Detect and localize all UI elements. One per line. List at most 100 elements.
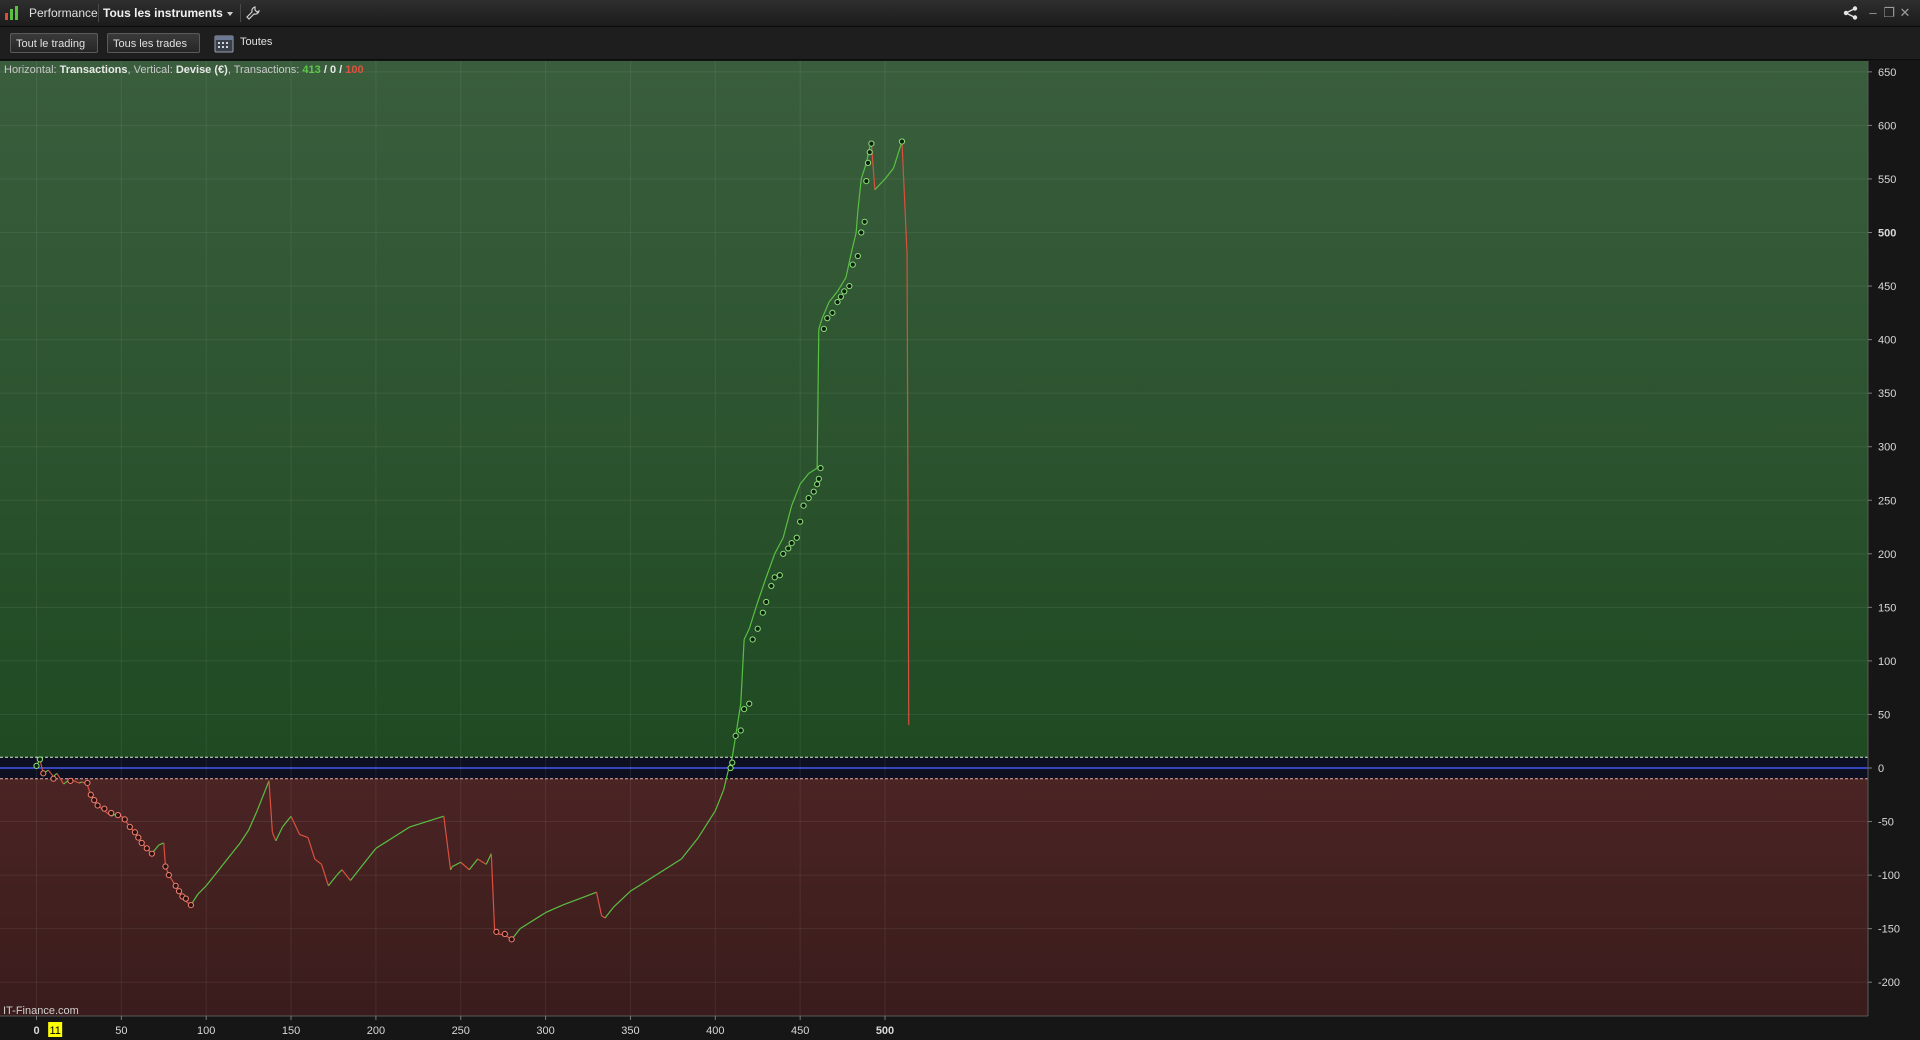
gain-point (768, 582, 775, 590)
gain-point (788, 539, 795, 547)
x-tick-label: 500 (876, 1025, 894, 1037)
trading-select[interactable]: Tout le trading (10, 33, 98, 67)
trades-select[interactable]: Tous les trades (107, 33, 200, 67)
chart-info-bar: Horizontal: Transactions, Vertical: Devi… (4, 64, 364, 76)
restore-icon[interactable]: ❐ (1882, 4, 1896, 22)
y-tick-label: 300 (1878, 442, 1896, 454)
gain-point (868, 140, 875, 147)
horizontal-value: Transactions (59, 64, 128, 76)
y-tick-label: -150 (1878, 924, 1900, 936)
gain-point (898, 138, 906, 145)
transactions-count-neutral: 0 (329, 64, 337, 76)
gain-point (746, 700, 753, 707)
gain-point (820, 325, 828, 332)
y-tick-label: 600 (1878, 120, 1896, 132)
gain-point (780, 550, 787, 557)
x-tick-label: 100 (197, 1025, 215, 1037)
positive-zone (0, 61, 1868, 758)
gain-point (729, 759, 736, 766)
loss-point (493, 928, 500, 935)
performance-chart: 650600550500450400350300250200150100500-… (0, 61, 1920, 1040)
instrument-label: Tous les instruments (103, 6, 223, 20)
gain-point (785, 545, 792, 552)
loss-point (148, 850, 155, 857)
loss-point (101, 805, 108, 812)
gain-point (834, 299, 841, 306)
loss-point (187, 901, 195, 909)
gain-point (36, 756, 43, 763)
x-tick-label: 400 (706, 1025, 724, 1037)
gain-point (797, 518, 804, 525)
gain-point (817, 465, 824, 472)
y-tick-label: 500 (1878, 228, 1896, 240)
loss-point (138, 839, 145, 847)
toolbar: Tout le trading Tous les trades Toutes (0, 27, 1920, 67)
loss-point (94, 802, 101, 809)
gain-point (805, 495, 812, 502)
loss-point (182, 895, 189, 902)
loss-point (91, 797, 98, 804)
gain-point (732, 732, 739, 739)
calendar-icon[interactable] (214, 33, 234, 53)
gain-point (749, 636, 756, 643)
x-tick-label: 300 (536, 1025, 554, 1037)
chevron-down-icon (226, 11, 233, 16)
y-tick-label: -100 (1878, 870, 1900, 882)
y-tick-label: 50 (1878, 709, 1890, 721)
x-tick-label: 50 (115, 1025, 127, 1037)
transactions-count-green: 413 (302, 64, 321, 76)
x-tick-label: 250 (452, 1025, 470, 1037)
gain-point (866, 149, 873, 156)
period-label[interactable]: Toutes (240, 36, 272, 48)
loss-point (40, 770, 47, 777)
gain-point (763, 598, 770, 606)
loss-point (162, 863, 169, 870)
wrench-icon[interactable] (246, 6, 260, 20)
title-divider (98, 4, 99, 22)
gain-point (854, 252, 861, 260)
y-tick-label: 250 (1878, 495, 1896, 507)
gain-point (841, 288, 848, 295)
loss-point (131, 829, 139, 836)
loss-point (508, 936, 515, 943)
y-tick-label: -50 (1878, 817, 1894, 829)
y-tick-label: 650 (1878, 67, 1896, 79)
loss-point (143, 845, 150, 852)
gain-point (737, 727, 744, 734)
gain-point (846, 282, 853, 290)
loss-point (50, 775, 57, 782)
trades-select-value: Tous les trades (113, 38, 187, 50)
gain-point (800, 502, 807, 509)
y-tick-label: 350 (1878, 388, 1896, 400)
loss-point (135, 834, 142, 841)
loss-point (165, 872, 172, 879)
y-tick-label: 100 (1878, 656, 1896, 668)
transactions-count-red: 100 (345, 64, 364, 76)
y-tick-label: 150 (1878, 602, 1896, 614)
x-tick-label: 150 (282, 1025, 300, 1037)
gain-point (793, 534, 800, 541)
y-tick-label: -200 (1878, 977, 1900, 989)
gain-point (814, 481, 821, 488)
gain-point (810, 488, 817, 495)
y-tick-label: 450 (1878, 281, 1896, 293)
y-tick-label: 200 (1878, 549, 1896, 561)
gain-point (858, 229, 865, 236)
loss-point (114, 812, 122, 819)
share-icon[interactable] (1843, 6, 1859, 20)
y-tick-label: 550 (1878, 174, 1896, 186)
y-tick-label: 400 (1878, 335, 1896, 347)
vertical-value: Devise (€) (175, 64, 228, 76)
credit-label: IT-Finance.com (3, 1005, 79, 1017)
gain-point (815, 475, 822, 482)
minimize-icon[interactable]: – (1866, 4, 1880, 22)
loss-point (84, 779, 91, 787)
close-icon[interactable]: ✕ (1898, 4, 1912, 22)
instrument-dropdown[interactable]: Tous les instruments (103, 0, 233, 26)
horizontal-label: Horizontal: (4, 64, 57, 76)
y-tick-label: 0 (1878, 763, 1884, 775)
title-bar: Performance Tous les instruments – ❐ ✕ (0, 0, 1920, 27)
trading-select-value: Tout le trading (16, 38, 86, 50)
module-label: Performance (29, 6, 98, 20)
loss-point (126, 823, 133, 831)
